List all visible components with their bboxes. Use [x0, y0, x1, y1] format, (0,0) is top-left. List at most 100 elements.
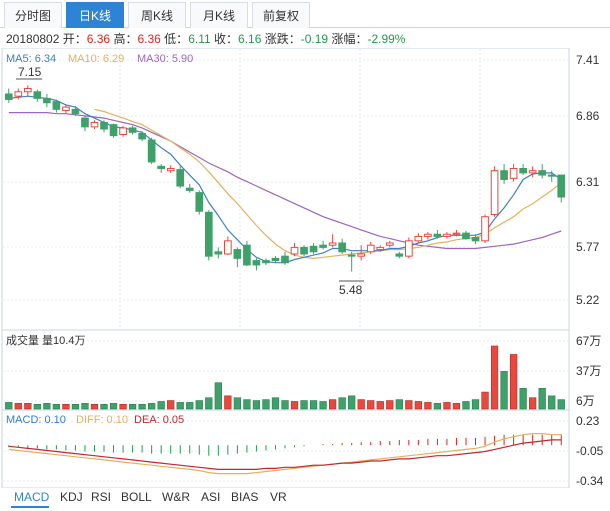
volume-bar [5, 402, 13, 410]
candle-down [433, 233, 442, 237]
candle-down [185, 187, 194, 191]
candle-down [109, 124, 118, 137]
active-indicator-underline [11, 506, 49, 508]
candle-up [376, 246, 385, 251]
price-tick-1: 7.41 [576, 53, 600, 67]
candle-down [557, 174, 566, 198]
candle-down [395, 253, 404, 257]
volume-bar [405, 400, 413, 410]
volume-bar [128, 403, 137, 410]
candle-down [252, 260, 261, 266]
volume-tick-3: 6万 [576, 394, 595, 408]
volume-bar [338, 397, 346, 410]
volume-bar [14, 403, 22, 410]
volume-bar [205, 397, 213, 410]
volume-bar [233, 397, 242, 410]
volume-bar [529, 397, 537, 410]
candle-down [500, 170, 508, 180]
indicator-tab-asi[interactable]: ASI [201, 490, 220, 504]
tab-daily-k[interactable]: 日K线 [66, 2, 124, 28]
volume-bar [424, 402, 432, 410]
candle-down [347, 254, 356, 257]
candle-up [90, 121, 99, 128]
volume-bar [548, 395, 556, 410]
candle-down [547, 174, 556, 177]
tab-weekly-k[interactable]: 周K线 [128, 2, 186, 28]
period-tabs: 分时图 日K线 周K线 月K线 前复权 [0, 0, 610, 28]
indicator-tabs: MACD KDJ RSI BOLL W&R ASI BIAS VR [0, 488, 610, 508]
candle-up [404, 240, 413, 257]
quote-date: 20180802 [6, 32, 60, 46]
volume-bar [271, 397, 280, 410]
candle-up [528, 170, 537, 174]
ma30-legend: MA30: 5.90 [137, 53, 193, 65]
volume-bar [186, 402, 194, 410]
candlesticks [4, 85, 566, 272]
volume-bar [433, 403, 442, 410]
candle-down [309, 245, 318, 253]
volume-bar [367, 400, 375, 410]
candle-down [43, 97, 51, 104]
volume-bar [557, 399, 565, 410]
indicator-tab-boll[interactable]: BOLL [121, 490, 152, 504]
volume-bar [81, 403, 89, 410]
candle-down [262, 260, 270, 264]
candle-up [509, 167, 518, 179]
price-panel-frame [1, 48, 570, 331]
tab-intraday[interactable]: 分时图 [4, 2, 62, 28]
low-value: 6.11 [188, 32, 211, 46]
volume-bar [319, 401, 327, 410]
high-price-annotation: 7.15 [18, 65, 42, 79]
candle-down [300, 246, 308, 255]
indicator-tab-bias[interactable]: BIAS [231, 490, 258, 504]
volume-bar [214, 382, 222, 410]
indicator-tab-vr[interactable]: VR [270, 490, 287, 504]
price-tick-2: 6.86 [576, 109, 600, 123]
volume-bar [71, 403, 80, 410]
candle-down [33, 91, 42, 99]
candle-down [138, 132, 146, 140]
tab-monthly-k[interactable]: 月K线 [190, 2, 248, 28]
volume-bar [176, 402, 184, 410]
pct-label: 涨幅： [331, 32, 368, 46]
volume-bar [195, 400, 203, 410]
kline-chart[interactable]: 7.41 6.86 6.31 5.77 5.22 MA5: 6.34 MA10:… [0, 48, 610, 488]
volume-bar [252, 400, 261, 410]
volume-title: 成交量 量10.4万 [6, 333, 85, 347]
volume-bar [43, 403, 51, 410]
volume-bar [386, 400, 394, 410]
volume-bar [224, 395, 232, 410]
indicator-tab-wr[interactable]: W&R [162, 490, 190, 504]
ma30-polyline [8, 111, 562, 250]
candle-up [443, 233, 451, 237]
tab-forward-adjusted[interactable]: 前复权 [252, 2, 310, 28]
volume-tick-2: 37万 [576, 364, 601, 378]
indicator-tab-kdj[interactable]: KDJ [60, 490, 83, 504]
candle-down [519, 167, 527, 174]
change-label: 涨跌： [264, 32, 301, 46]
volume-bar [157, 401, 165, 410]
candle-up [290, 246, 299, 255]
volume-bar [348, 395, 356, 410]
candle-down [271, 257, 280, 262]
volume-bar [33, 403, 41, 410]
volume-bar [109, 403, 118, 410]
volume-bar [481, 391, 489, 410]
candle-up [424, 233, 432, 237]
indicator-tab-macd[interactable]: MACD [14, 490, 49, 504]
indicator-tab-rsi[interactable]: RSI [91, 490, 111, 504]
volume-bar [148, 403, 156, 410]
dea-legend: DEA: 0.05 [134, 414, 184, 426]
candle-up [481, 216, 489, 242]
volume-bar [328, 399, 337, 410]
macd-tick-3: -0.34 [576, 474, 604, 488]
candle-down [281, 255, 289, 264]
volume-bar [138, 403, 146, 410]
candle-up [366, 244, 375, 253]
open-value: 6.36 [86, 32, 111, 46]
candle-down [214, 251, 223, 255]
candle-up [224, 240, 232, 255]
candle-down [462, 232, 470, 240]
volume-bar [90, 403, 99, 410]
quote-info-bar: 20180802 开：6.36 高：6.36 低：6.11 收：6.16 涨跌：… [6, 30, 405, 48]
